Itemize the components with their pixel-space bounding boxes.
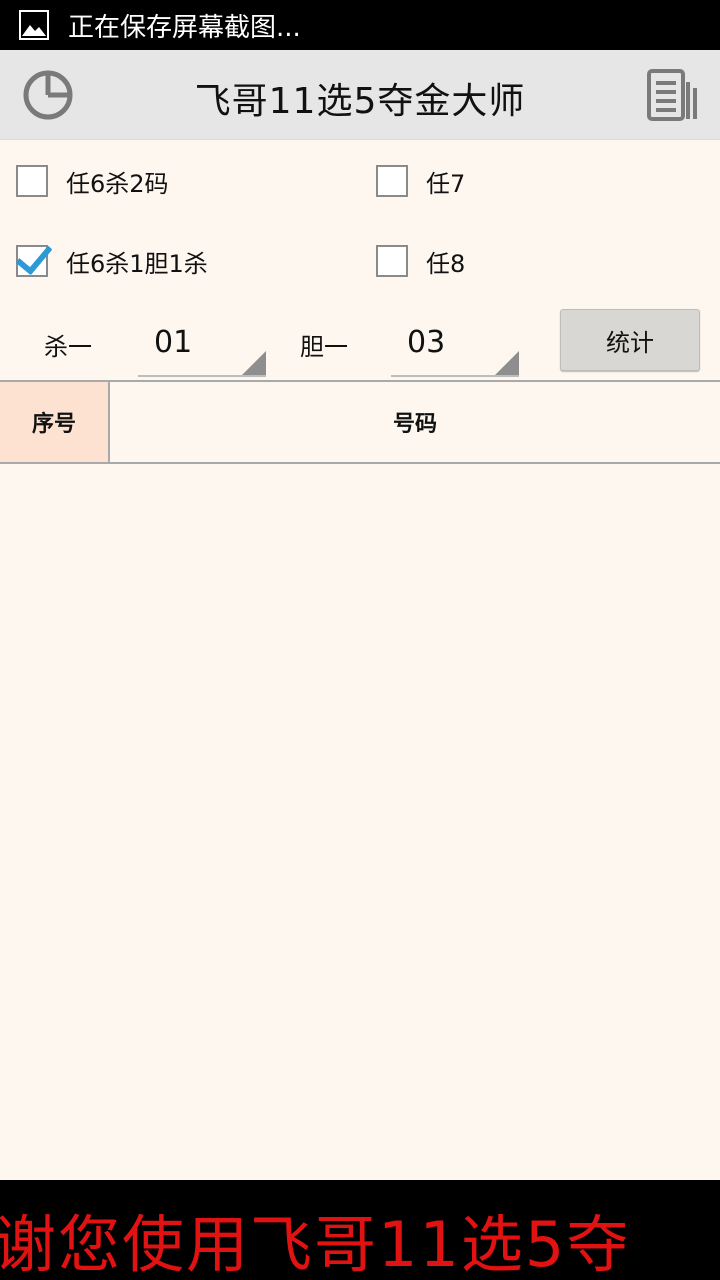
checkbox-ren8[interactable] (376, 245, 408, 277)
option-ren6-kill1-bold1-kill[interactable]: 任6杀1胆1杀 (16, 231, 208, 291)
bold-label: 胆一 (300, 333, 348, 361)
bold-spinner-value: 03 (407, 325, 446, 360)
option-label: 任6杀1胆1杀 (66, 249, 208, 278)
checkbox-ren7[interactable] (376, 165, 408, 197)
column-header-number: 号码 (392, 412, 437, 437)
option-row-1: 任6杀2码 任7 (0, 151, 720, 211)
status-bar: 正在保存屏幕截图... (0, 0, 720, 50)
dropdown-arrow-icon (242, 351, 266, 375)
image-icon (18, 9, 50, 41)
table-body[interactable] (0, 464, 720, 1180)
table-header: 序号 号码 (0, 380, 720, 464)
column-header-seq: 序号 (0, 382, 110, 462)
kill-label: 杀一 (44, 333, 92, 361)
option-label: 任7 (426, 169, 466, 198)
option-ren8[interactable]: 任8 (376, 231, 465, 291)
option-row-2: 任6杀1胆1杀 任8 (0, 231, 720, 291)
page-title: 飞哥11选5夺金大师 (194, 81, 526, 122)
kill-spinner-value: 01 (154, 325, 193, 360)
option-ren6-kill2[interactable]: 任6杀2码 (16, 151, 169, 211)
option-ren7[interactable]: 任7 (376, 151, 465, 211)
pie-chart-icon[interactable] (20, 67, 76, 123)
dropdown-arrow-icon (495, 351, 519, 375)
stat-button[interactable]: 统计 (560, 309, 700, 371)
banner-text: 谢您使用飞哥11选5夺 (0, 1208, 631, 1280)
selector-row: 杀一 01 胆一 03 统计 (0, 305, 720, 377)
bold-spinner[interactable]: 03 (391, 313, 519, 377)
checkbox-ren6-kill2[interactable] (16, 165, 48, 197)
status-text: 正在保存屏幕截图... (68, 12, 301, 43)
document-list-icon[interactable] (644, 67, 700, 123)
checkbox-ren6-kill1-bold1-kill[interactable] (16, 245, 48, 277)
marquee-banner: 谢您使用飞哥11选5夺 (0, 1180, 720, 1280)
kill-spinner[interactable]: 01 (138, 313, 266, 377)
option-label: 任6杀2码 (66, 169, 169, 198)
title-bar: 飞哥11选5夺金大师 (0, 50, 720, 140)
option-label: 任8 (426, 249, 466, 278)
